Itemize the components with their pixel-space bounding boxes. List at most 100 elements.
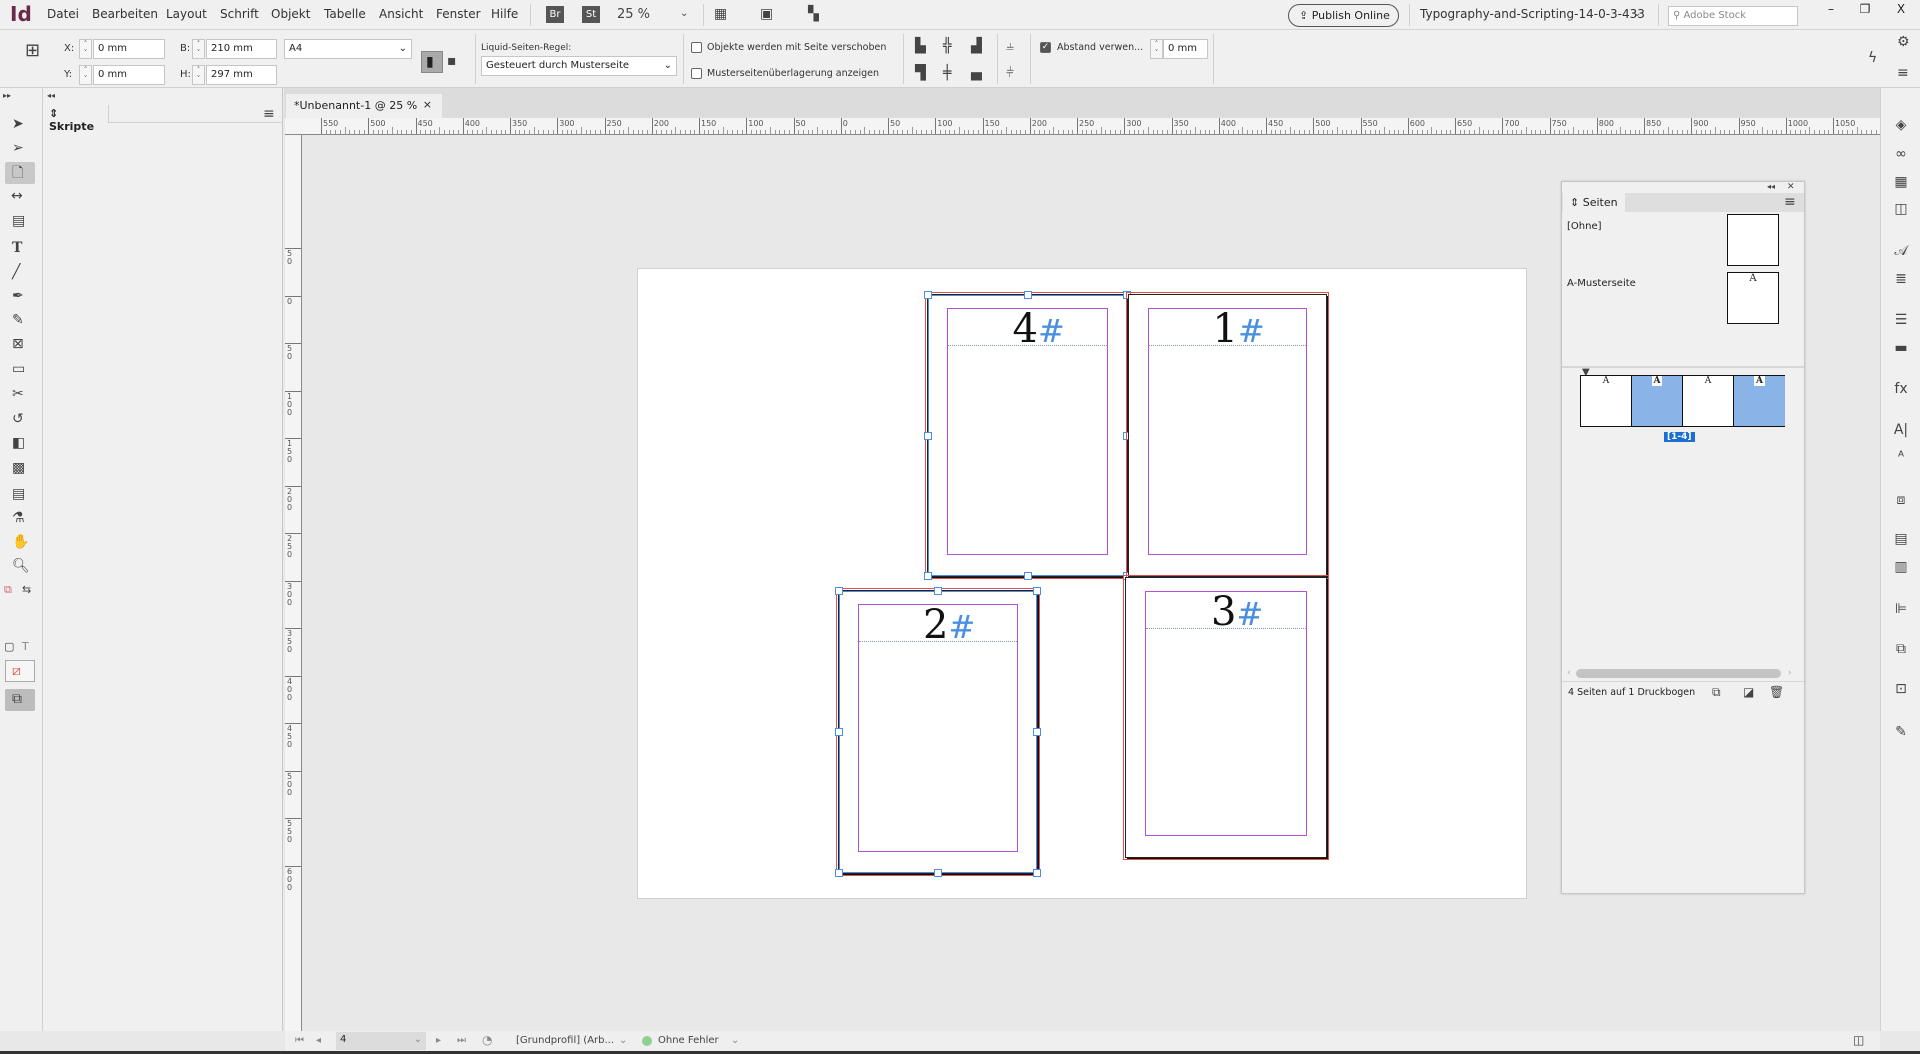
resize-handle[interactable] <box>924 572 932 580</box>
x-stepper[interactable]: ˄ ˅ <box>79 39 92 59</box>
restore-button[interactable]: ❐ <box>1848 2 1882 20</box>
minimize-button[interactable]: – <box>1814 2 1848 20</box>
collapse-icon[interactable]: ◂◂ <box>47 88 55 104</box>
master-a-label[interactable]: A-Musterseite <box>1567 278 1636 289</box>
gradient-swatch-tool-icon[interactable]: ◧ <box>12 435 25 451</box>
align-left-icon[interactable]: ▙ <box>915 38 926 54</box>
tab-seiten[interactable]: ⇕ Seiten <box>1563 193 1625 212</box>
new-page-icon[interactable]: ◪ <box>1743 684 1754 700</box>
page-1[interactable]: 1# <box>1126 292 1329 579</box>
adobe-stock-search[interactable]: ⚲ Adobe Stock <box>1668 6 1798 26</box>
chevron-down-icon[interactable]: ⌄ <box>619 1033 627 1049</box>
align-right-icon[interactable]: ▟ <box>971 38 982 54</box>
content-collector-icon[interactable]: ▤ <box>12 213 25 229</box>
align-icon[interactable]: ⊫ <box>1891 601 1911 617</box>
horizontal-scrollbar[interactable] <box>1576 669 1781 678</box>
zoom-chevron-icon[interactable]: ⌄ <box>680 6 688 22</box>
page-3[interactable]: 3# <box>1123 575 1329 860</box>
resize-handle[interactable] <box>835 869 843 877</box>
resize-handle[interactable] <box>835 728 843 736</box>
height-field[interactable]: 297 mm <box>206 65 277 85</box>
preflight-panel-icon[interactable]: ◔ <box>482 1032 492 1048</box>
resize-handle[interactable] <box>1023 572 1032 580</box>
transform-icon[interactable]: ⊡ <box>1891 681 1911 697</box>
type-tool-icon[interactable]: T <box>12 240 22 256</box>
scissors-tool-icon[interactable]: ✂ <box>12 386 24 402</box>
menu-schrift[interactable]: Schrift <box>220 7 259 21</box>
menu-fenster[interactable]: Fenster <box>436 7 481 21</box>
character-icon[interactable]: A| <box>1891 422 1911 438</box>
effects-icon[interactable]: fx <box>1891 381 1911 397</box>
stock-button[interactable]: St <box>582 6 600 23</box>
spread-thumbnails[interactable]: AAAA <box>1580 375 1785 427</box>
gap-tool-icon[interactable]: ↔ <box>11 188 23 204</box>
portrait-button[interactable]: ▮ <box>421 51 443 73</box>
align-top-icon[interactable]: ▜ <box>915 65 926 81</box>
distribute-vertical-icon[interactable]: ⫩ <box>1006 65 1014 81</box>
master-none-label[interactable]: [Ohne] <box>1567 221 1602 232</box>
resize-handle[interactable] <box>1033 587 1041 595</box>
zoom-tool-icon[interactable]: 🔍︎ <box>12 558 30 574</box>
view-mode-button[interactable]: ⧉ <box>5 689 35 711</box>
reference-point-icon[interactable]: ⊞ <box>25 42 40 60</box>
publish-online-button[interactable]: ⇪ Publish Online <box>1288 4 1399 27</box>
gradient-feather-tool-icon[interactable]: ▩ <box>12 460 25 476</box>
menu-tabelle[interactable]: Tabelle <box>324 7 366 21</box>
eyedropper-tool-icon[interactable]: ⚗ <box>12 510 25 526</box>
resize-handle[interactable] <box>835 587 843 595</box>
chevron-down-icon[interactable]: ⌄ <box>731 1033 739 1049</box>
split-layout-icon[interactable]: ◫ <box>1853 1032 1864 1048</box>
note-tool-icon[interactable]: ▤ <box>12 486 25 502</box>
menu-ansicht[interactable]: Ansicht <box>379 7 423 21</box>
free-transform-tool-icon[interactable]: ↺ <box>12 411 24 427</box>
scroll-right-icon[interactable]: › <box>1788 668 1792 678</box>
master-none-thumb[interactable] <box>1727 214 1779 266</box>
page-2[interactable]: 2# <box>835 587 1041 877</box>
menu-bearbeiten[interactable]: Bearbeiten <box>92 7 158 21</box>
tab-skripte[interactable]: ⇕ Skripte <box>43 105 109 133</box>
previous-page-icon[interactable]: ◂ <box>316 1033 321 1049</box>
formatting-container-icon[interactable]: ▢ <box>4 639 14 655</box>
close-window-button[interactable]: X <box>1882 2 1920 20</box>
distribute-horizontal-icon[interactable]: ⫨ <box>1006 38 1014 54</box>
page-number-field[interactable]: 4 ⌄ <box>336 1032 426 1050</box>
y-field[interactable]: 0 mm <box>93 65 165 85</box>
master-overlay-checkbox[interactable] <box>691 68 702 79</box>
x-field[interactable]: 0 mm <box>93 39 165 59</box>
move-objects-checkbox[interactable] <box>691 42 702 53</box>
gear-icon[interactable]: ⚙ <box>1897 34 1910 50</box>
page-4[interactable]: 4# <box>924 291 1131 580</box>
scroll-left-icon[interactable]: ‹ <box>1567 668 1571 678</box>
resize-handle[interactable] <box>1033 869 1041 877</box>
edit-page-size-icon[interactable]: ⧉ <box>1712 684 1721 700</box>
resize-handle[interactable] <box>924 431 932 440</box>
next-page-icon[interactable]: ▸ <box>436 1033 441 1049</box>
page-tool-icon[interactable]: 🗋 <box>12 165 23 181</box>
align-hcenter-icon[interactable]: ╬ <box>943 38 951 54</box>
resize-handle[interactable] <box>1033 728 1041 736</box>
table-icon[interactable]: ▤ <box>1891 531 1911 547</box>
preflight-profile[interactable]: [Grundprofil] (Arb... <box>516 1035 614 1046</box>
panel-menu-icon[interactable]: ≡ <box>1897 65 1909 81</box>
resize-handle[interactable] <box>1023 291 1032 299</box>
swatches-icon[interactable]: ▦ <box>1891 174 1911 190</box>
view-options-icon[interactable]: ▦ <box>714 6 727 22</box>
zoom-level[interactable]: 25 % <box>617 7 650 22</box>
document-title[interactable]: Typography-and-Scripting-14-0-3-433 <box>1420 7 1645 21</box>
selection-tool-icon[interactable]: ➤ <box>12 116 24 132</box>
hand-tool-icon[interactable]: ✋ <box>12 534 29 550</box>
liquid-rule-select[interactable]: Gesteuert durch Musterseite ⌄ <box>481 56 677 76</box>
pathfinder-icon[interactable]: ⧉ <box>1891 641 1911 657</box>
height-stepper[interactable]: ˄ ˅ <box>192 65 205 85</box>
master-a-thumb[interactable]: A <box>1727 272 1779 324</box>
bookmarks-icon[interactable]: ◫ <box>1891 201 1911 217</box>
width-field[interactable]: 210 mm <box>206 39 277 59</box>
delete-page-icon[interactable]: 🗑︎ <box>1769 684 1784 700</box>
document-tab[interactable]: *Unbenannt-1 @ 25 % × <box>286 94 442 118</box>
page-size-select[interactable]: A4 ⌄ <box>284 39 412 59</box>
pen-tool-icon[interactable]: ✒ <box>12 288 24 304</box>
screen-mode-icon[interactable]: ▣ <box>760 6 773 22</box>
rectangle-frame-tool-icon[interactable]: ⊠ <box>12 336 24 352</box>
menu-objekt[interactable]: Objekt <box>271 7 310 21</box>
align-bottom-icon[interactable]: ▄ <box>971 65 982 81</box>
